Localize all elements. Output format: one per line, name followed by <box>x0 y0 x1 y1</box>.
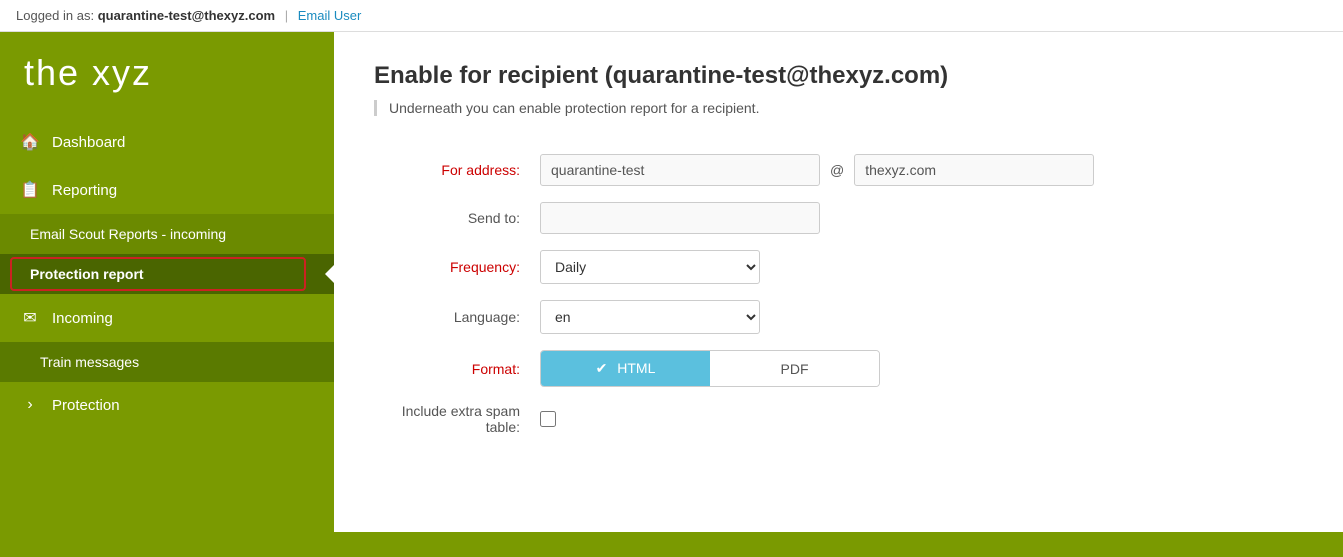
sidebar-label-protection: Protection <box>52 397 120 414</box>
extra-spam-row: Include extra spam table: <box>374 395 1303 443</box>
send-to-label: Send to: <box>374 194 534 242</box>
sidebar-label-protection-report: Protection report <box>30 266 144 282</box>
protection-icon: › <box>20 396 40 414</box>
for-address-domain-input[interactable] <box>854 154 1094 186</box>
format-field-cell: ✔ HTML PDF <box>534 342 1303 395</box>
sidebar-label-email-scout: Email Scout Reports - incoming <box>30 226 226 242</box>
logged-in-prefix: Logged in as: <box>16 8 98 23</box>
sidebar-label-train-messages: Train messages <box>40 354 139 370</box>
sidebar-label-dashboard: Dashboard <box>52 134 125 151</box>
extra-spam-checkbox-row <box>540 411 1297 427</box>
sidebar-item-reporting[interactable]: 📋 Reporting <box>0 166 334 214</box>
email-icon: ✉ <box>20 308 40 328</box>
for-address-label: For address: <box>374 146 534 194</box>
format-pdf-label: PDF <box>781 361 809 377</box>
check-icon: ✔ <box>596 360 608 376</box>
address-row: @ <box>540 154 1297 186</box>
user-email: quarantine-test@thexyz.com <box>98 8 275 23</box>
top-bar: Logged in as: quarantine-test@thexyz.com… <box>0 0 1343 32</box>
extra-spam-checkbox[interactable] <box>540 411 556 427</box>
send-to-field-cell <box>534 194 1303 242</box>
format-label: Format: <box>374 342 534 395</box>
sidebar-item-incoming[interactable]: ✉ Incoming <box>0 294 334 342</box>
separator: | <box>285 8 288 23</box>
main-content: Enable for recipient (quarantine-test@th… <box>334 32 1343 532</box>
frequency-row: Frequency: Daily Weekly Monthly <box>374 242 1303 292</box>
page-subtitle: Underneath you can enable protection rep… <box>374 100 1303 116</box>
logo: the xyz <box>0 32 334 118</box>
language-field-cell: en nl de fr <box>534 292 1303 342</box>
format-row: Format: ✔ HTML PDF <box>374 342 1303 395</box>
send-to-row: Send to: <box>374 194 1303 242</box>
sidebar-item-dashboard[interactable]: 🏠 Dashboard <box>0 118 334 166</box>
home-icon: 🏠 <box>20 132 40 152</box>
extra-spam-field-cell <box>534 395 1303 443</box>
for-address-fields: @ <box>534 146 1303 194</box>
for-address-user-input[interactable] <box>540 154 820 186</box>
sidebar: the xyz 🏠 Dashboard 📋 Reporting Email Sc… <box>0 32 334 532</box>
form-table: For address: @ Send to: Frequency: <box>374 146 1303 443</box>
frequency-select[interactable]: Daily Weekly Monthly <box>540 250 760 284</box>
sidebar-item-email-scout[interactable]: Email Scout Reports - incoming <box>0 214 334 254</box>
format-pdf-button[interactable]: PDF <box>710 351 879 386</box>
reporting-icon: 📋 <box>20 180 40 200</box>
layout: the xyz 🏠 Dashboard 📋 Reporting Email Sc… <box>0 32 1343 532</box>
format-html-button[interactable]: ✔ HTML <box>541 351 710 386</box>
language-label: Language: <box>374 292 534 342</box>
frequency-label: Frequency: <box>374 242 534 292</box>
page-title: Enable for recipient (quarantine-test@th… <box>374 62 1303 90</box>
at-symbol: @ <box>828 162 846 178</box>
format-toggle: ✔ HTML PDF <box>540 350 880 387</box>
email-user-link[interactable]: Email User <box>298 8 362 23</box>
language-row: Language: en nl de fr <box>374 292 1303 342</box>
sidebar-label-incoming: Incoming <box>52 310 113 327</box>
sidebar-label-reporting: Reporting <box>52 182 117 199</box>
format-html-label: HTML <box>617 360 655 376</box>
extra-spam-label: Include extra spam table: <box>374 395 534 443</box>
frequency-field-cell: Daily Weekly Monthly <box>534 242 1303 292</box>
send-to-input[interactable] <box>540 202 820 234</box>
for-address-row: For address: @ <box>374 146 1303 194</box>
language-select[interactable]: en nl de fr <box>540 300 760 334</box>
sidebar-item-train-messages[interactable]: Train messages <box>0 342 334 382</box>
sidebar-item-protection-report[interactable]: Protection report <box>0 254 334 294</box>
sidebar-item-protection[interactable]: › Protection <box>0 382 334 428</box>
